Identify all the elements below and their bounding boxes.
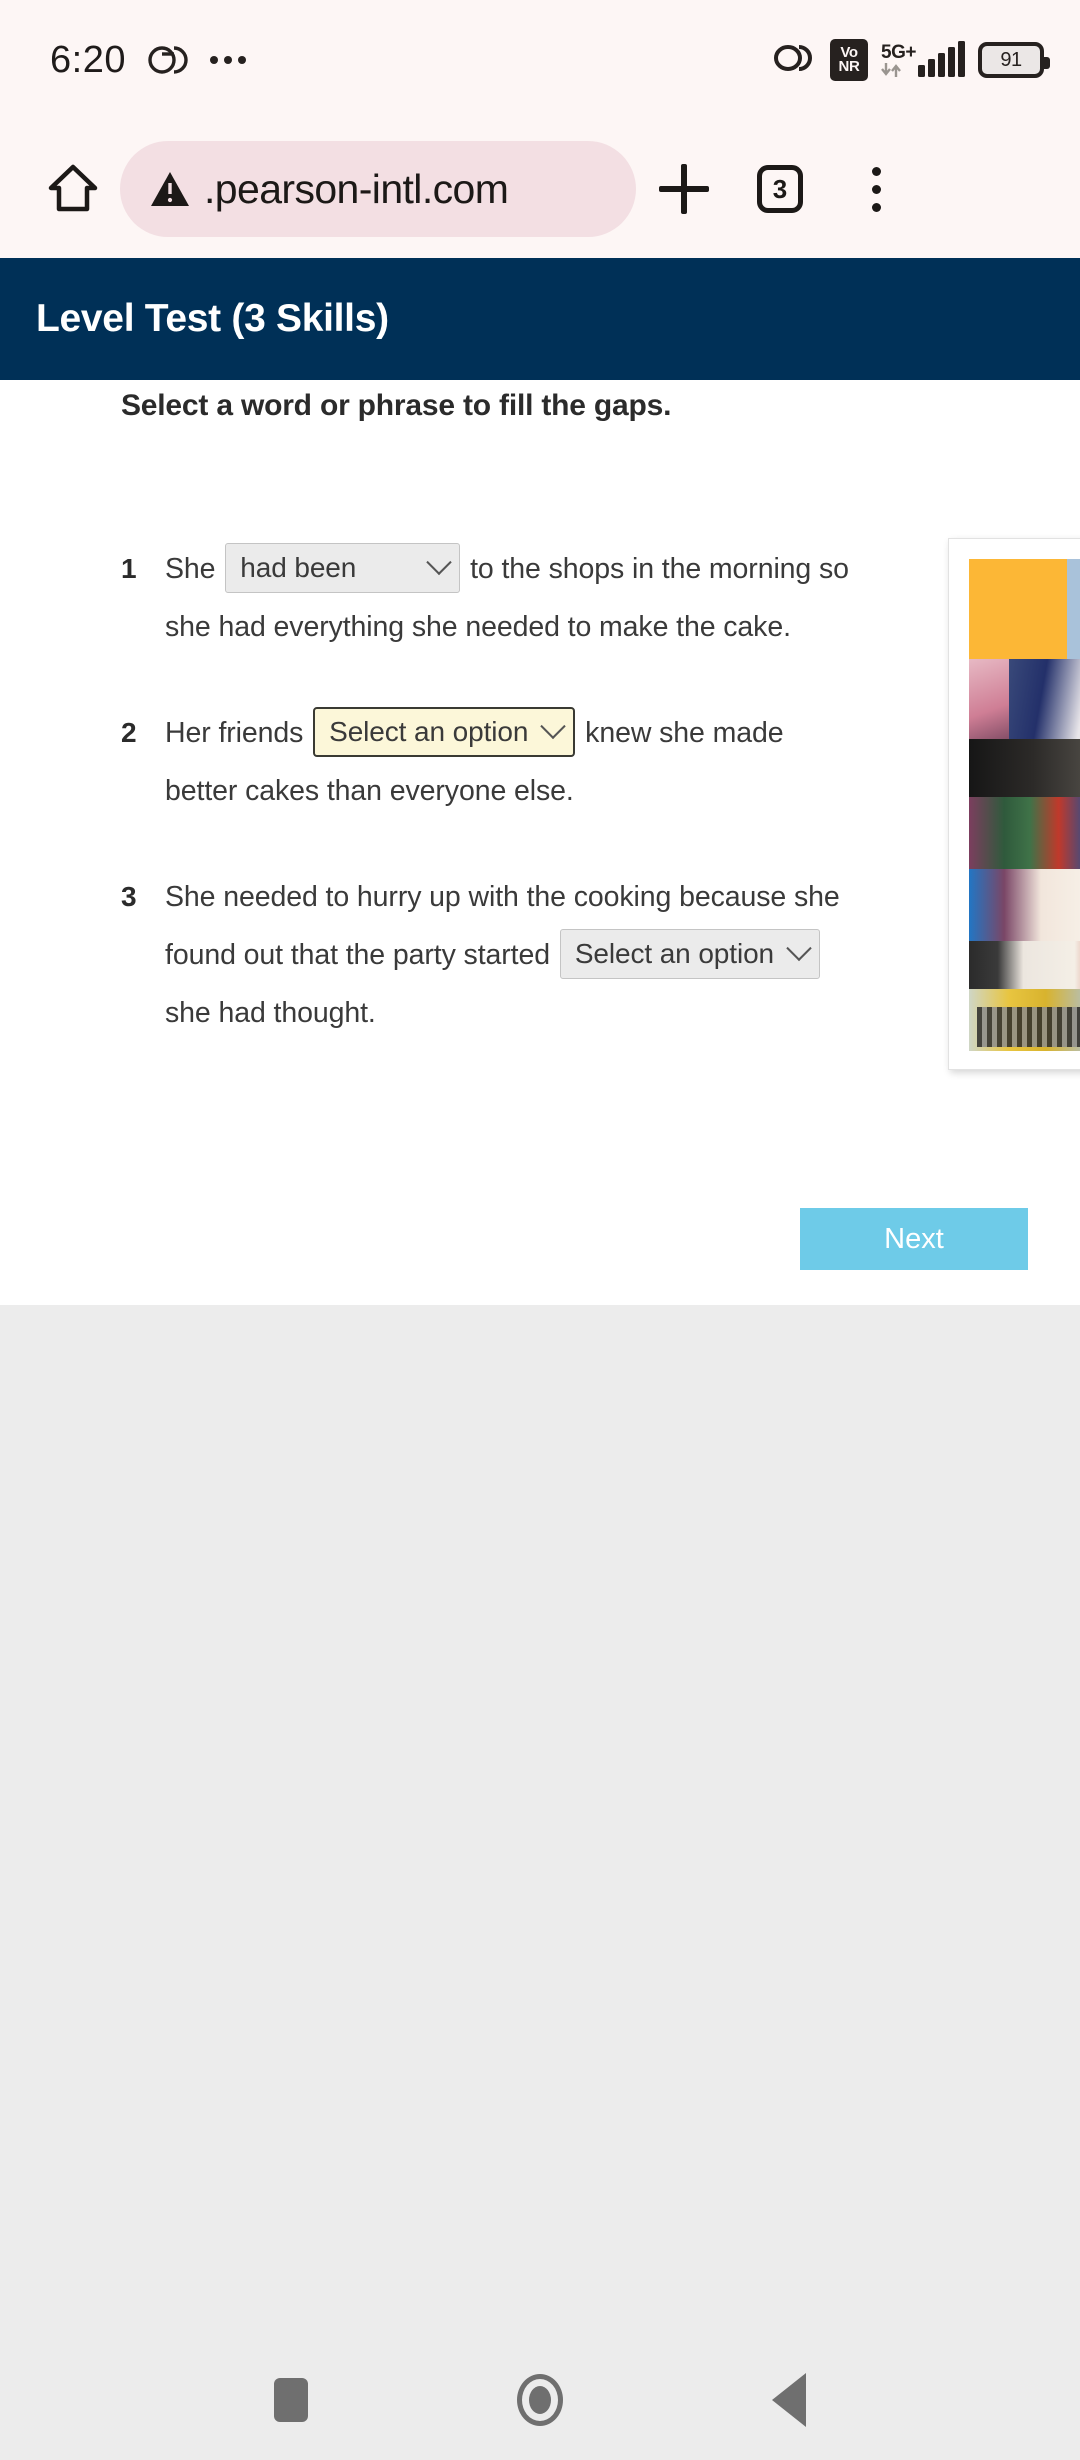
question-text: She had been to the shops in the morning…: [165, 540, 855, 656]
status-overflow-dots-icon: [209, 56, 246, 64]
question-text: She needed to hurry up with the cooking …: [165, 868, 855, 1042]
url-bar[interactable]: .pearson-intl.com: [120, 141, 636, 237]
data-arrows-icon: [881, 63, 903, 77]
answer-select-2[interactable]: Select an option: [313, 707, 576, 758]
answer-select-1[interactable]: had been: [225, 543, 461, 594]
plus-icon: [659, 164, 709, 214]
question-item-2: 2 Her friends Select an option knew she …: [0, 704, 900, 820]
vonr-icon: Vo NR: [830, 39, 869, 81]
select-value: Select an option: [329, 716, 529, 748]
status-bar-left: 6:20: [50, 39, 246, 82]
supermarket-shopping-photo: [969, 559, 1080, 1051]
battery-level-label: 91: [1000, 48, 1022, 71]
page-header-bar: Level Test (3 Skills): [0, 258, 1080, 380]
answer-select-3[interactable]: Select an option: [559, 929, 821, 980]
chevron-down-icon: [786, 936, 812, 962]
new-tab-button[interactable]: [636, 164, 732, 214]
signal-icon: 5G+: [881, 41, 965, 77]
select-value: Select an option: [574, 938, 775, 970]
instruction-text: Select a word or phrase to fill the gaps…: [121, 389, 672, 422]
warning-triangle-icon[interactable]: [150, 170, 190, 208]
question-list: 1 She had been to the shops in the morni…: [0, 540, 900, 1090]
link-icon: [773, 40, 817, 81]
status-clock: 6:20: [50, 38, 126, 81]
illustration-frame: [948, 538, 1080, 1070]
next-button[interactable]: Next: [800, 1208, 1028, 1270]
question-item-3: 3 She needed to hurry up with the cookin…: [0, 868, 900, 1042]
more-options-icon: [871, 166, 881, 212]
back-button[interactable]: [771, 2373, 806, 2427]
question-number: 3: [121, 881, 137, 912]
question-text-before: Her friends: [165, 717, 304, 749]
tab-count-badge: 3: [757, 165, 803, 213]
question-number: 1: [121, 553, 137, 584]
home-button[interactable]: [516, 2374, 563, 2426]
select-value: had been: [240, 552, 357, 584]
android-nav-bar: [0, 2340, 1080, 2460]
question-text-after: she had thought.: [165, 997, 376, 1029]
question-text-before: She: [165, 553, 216, 585]
url-text[interactable]: .pearson-intl.com: [204, 166, 508, 213]
page-title: Level Test (3 Skills): [36, 297, 389, 340]
status-bar: 6:20 Vo NR 5G+ 91: [0, 0, 1080, 120]
signal-bars-icon: [918, 41, 965, 77]
question-text: Her friends Select an option knew she ma…: [165, 704, 855, 820]
question-number: 2: [121, 717, 137, 748]
recents-button[interactable]: [274, 2378, 309, 2422]
home-icon[interactable]: [34, 161, 112, 217]
network-type-label: 5G+: [881, 42, 916, 63]
page-content: Select a word or phrase to fill the gaps…: [0, 380, 1080, 1305]
chevron-down-icon: [540, 714, 567, 740]
browser-menu-button[interactable]: [828, 166, 924, 212]
browser-toolbar: .pearson-intl.com 3: [0, 120, 1080, 258]
battery-icon: 91: [978, 42, 1050, 78]
phone-screen: 6:20 Vo NR 5G+ 91 .pearson-intl.com 3 Le…: [0, 0, 1080, 2460]
status-bar-right: Vo NR 5G+ 91: [773, 39, 1050, 81]
vpn-link-icon: [148, 40, 188, 80]
chevron-down-icon: [426, 550, 452, 576]
tab-switcher-button[interactable]: 3: [732, 165, 828, 213]
question-item-1: 1 She had been to the shops in the morni…: [0, 540, 900, 656]
